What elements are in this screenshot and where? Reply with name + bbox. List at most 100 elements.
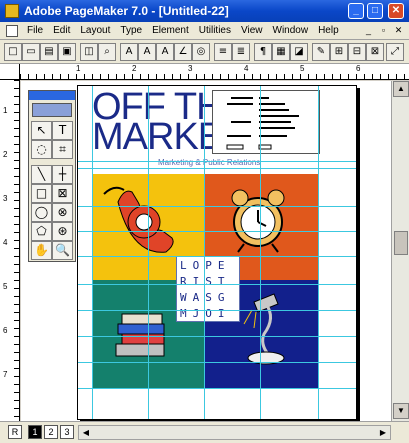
row-guide[interactable] [78,231,356,232]
vertical-scrollbar[interactable]: ▲ ▼ [391,81,409,421]
menu-type[interactable]: Type [115,25,147,36]
align-right-icon[interactable]: ≣ [232,43,250,61]
doc-restore-button[interactable]: ▫ [377,24,390,37]
place-icon[interactable]: ◫ [80,43,98,61]
ruler-label: 5 [3,282,8,291]
menu-window[interactable]: Window [268,25,314,36]
doc-minimize-button[interactable]: _ [362,24,375,37]
document-icon[interactable] [6,24,18,37]
ellipse-frame-tool-icon[interactable]: ⊗ [52,203,73,222]
horizontal-scrollbar[interactable]: ◀ ▶ [78,425,391,440]
page-bar: R 1 2 3 ◀ ▶ [0,421,409,443]
polygon-tool-icon[interactable]: ⬠ [31,222,52,241]
document-canvas[interactable]: OFF THE MARKE Marketing & Public Relatio… [21,81,391,421]
menu-layout[interactable]: Layout [75,25,115,36]
circle-icon[interactable]: ◎ [192,43,210,61]
rotate-icon[interactable]: ∠ [174,43,192,61]
scroll-left-icon[interactable]: ◀ [79,426,93,439]
find-icon[interactable]: ⌕ [98,43,116,61]
constrained-line-tool-icon[interactable]: ┼ [52,165,73,184]
scroll-up-icon[interactable]: ▲ [393,81,409,97]
styles-palette[interactable] [212,90,320,154]
row-guide[interactable] [78,206,356,207]
snap-icon[interactable]: ⊠ [366,43,384,61]
menu-file[interactable]: File [22,25,48,36]
ruler-label: 7 [3,370,8,379]
text-style-icon[interactable]: A [156,43,174,61]
frame-icon[interactable]: ◪ [290,43,308,61]
page-master-button[interactable]: R [8,425,22,439]
minimize-button[interactable]: _ [348,3,364,19]
fit-icon[interactable]: ⤢ [386,43,404,61]
page-2-button[interactable]: 2 [44,425,58,439]
text-tool-icon[interactable]: T [52,121,73,140]
save-icon[interactable]: ▤ [40,43,58,61]
row-guide[interactable] [78,284,356,285]
table-icon[interactable]: ▦ [272,43,290,61]
rotate-tool-icon[interactable]: ◌ [31,140,52,159]
close-button[interactable]: ✕ [388,3,404,19]
app-icon [5,4,19,18]
ruler-origin[interactable] [0,64,20,80]
menu-help[interactable]: Help [313,25,344,36]
document-page[interactable]: OFF THE MARKE Marketing & Public Relatio… [77,85,357,420]
toolbox-titlebar[interactable] [29,91,75,100]
row-guide[interactable] [78,310,356,311]
edit-icon[interactable]: ✎ [312,43,330,61]
hand-tool-icon[interactable]: ✋ [31,241,52,260]
menu-bar: File Edit Layout Type Element Utilities … [0,22,409,40]
ruler-label: 3 [3,194,8,203]
menu-element[interactable]: Element [147,25,194,36]
line-tool-icon[interactable]: ╲ [31,165,52,184]
font-icon[interactable]: A [120,43,138,61]
column-guide[interactable] [92,86,93,419]
column-guide[interactable] [148,86,149,419]
scroll-down-icon[interactable]: ▼ [393,403,409,419]
new-icon[interactable]: □ [4,43,22,61]
row-guide[interactable] [78,161,356,162]
rectangle-frame-tool-icon[interactable]: ⊠ [52,184,73,203]
text-frame[interactable]: LOPE RIST WASG MJOI [176,256,240,322]
ruler-label: 5 [300,64,305,73]
masthead-line-2[interactable]: MARKE [92,118,223,156]
maximize-button[interactable]: □ [367,3,383,19]
zoom-tool-icon[interactable]: 🔍 [52,241,73,260]
row-guide[interactable] [78,336,356,337]
menu-utilities[interactable]: Utilities [194,25,236,36]
page-3-button[interactable]: 3 [60,425,74,439]
print-icon[interactable]: ▣ [58,43,76,61]
frame-text-row-2: RIST [180,275,231,288]
row-guide[interactable] [78,362,356,363]
guide-icon[interactable]: ⊟ [348,43,366,61]
scroll-thumb[interactable] [394,231,408,255]
horizontal-ruler[interactable]: 1 2 3 4 5 6 [20,64,409,80]
grid-icon[interactable]: ⊞ [330,43,348,61]
paragraph-icon[interactable]: ¶ [254,43,272,61]
pointer-tool-icon[interactable]: ↖ [31,121,52,140]
vertical-ruler[interactable]: 1 2 3 4 5 6 7 [0,80,20,421]
polygon-frame-tool-icon[interactable]: ⊛ [52,222,73,241]
column-guide[interactable] [318,86,319,419]
ruler-label: 2 [3,150,8,159]
row-guide[interactable] [78,256,356,257]
menu-edit[interactable]: Edit [48,25,75,36]
font-size-icon[interactable]: A [138,43,156,61]
crop-tool-icon[interactable]: ⌗ [52,140,73,159]
ruler-label: 1 [3,106,8,115]
rectangle-tool-icon[interactable]: □ [31,184,52,203]
ellipse-tool-icon[interactable]: ◯ [31,203,52,222]
page-1-button[interactable]: 1 [28,425,42,439]
column-guide[interactable] [260,86,261,419]
doc-close-button[interactable]: ✕ [392,24,405,37]
ruler-label: 4 [244,64,249,73]
column-guide[interactable] [204,86,205,419]
row-guide[interactable] [78,168,356,169]
align-left-icon[interactable]: ≡ [214,43,232,61]
toolbox-palette[interactable]: ↖ T ◌ ⌗ ╲ ┼ □ ⊠ ◯ ⊗ ⬠ ⊛ ✋ 🔍 [28,90,76,262]
scroll-right-icon[interactable]: ▶ [376,426,390,439]
row-guide[interactable] [78,388,356,389]
menu-view[interactable]: View [236,25,268,36]
tagline[interactable]: Marketing & Public Relations [158,158,260,167]
ruler-label: 1 [76,64,81,73]
open-icon[interactable]: ▭ [22,43,40,61]
